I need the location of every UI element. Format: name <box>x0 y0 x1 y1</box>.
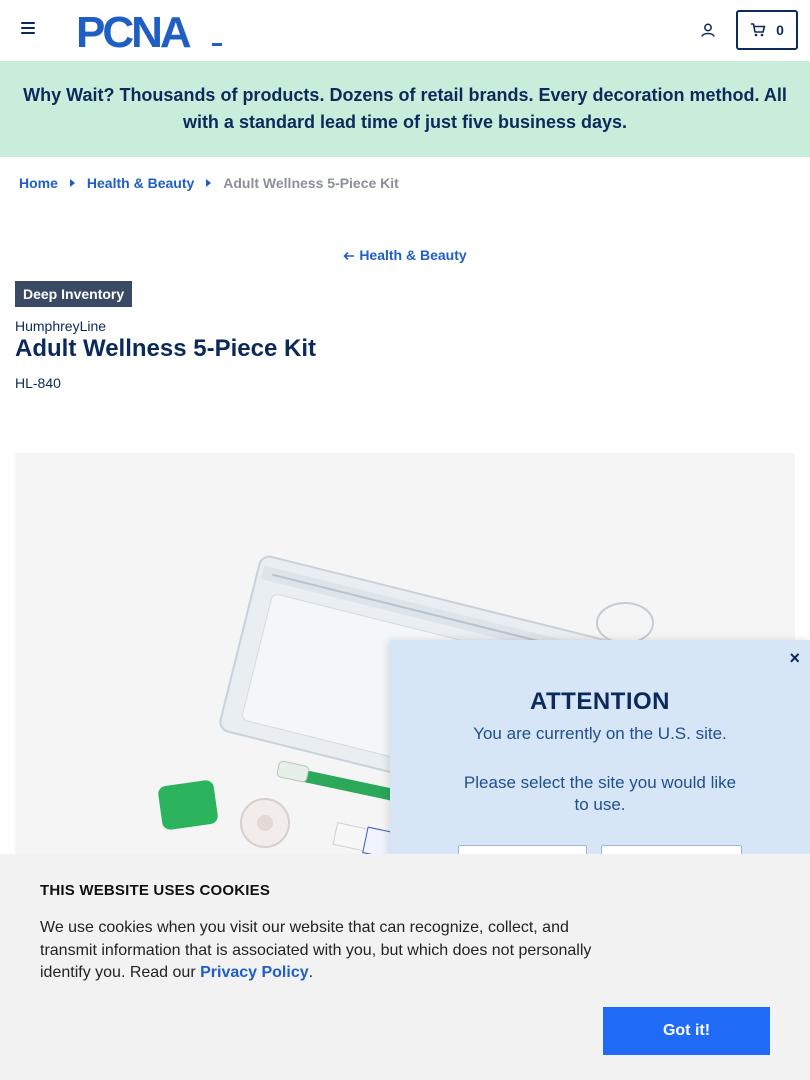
product-sku: HL-840 <box>15 375 61 391</box>
chevron-right-icon <box>206 179 212 187</box>
breadcrumb-home[interactable]: Home <box>19 175 58 191</box>
pcna-logo[interactable]: PCNA <box>76 10 226 50</box>
privacy-policy-link[interactable]: Privacy Policy <box>200 964 309 981</box>
chevron-right-icon <box>69 179 75 187</box>
cookie-text-end: . <box>308 964 314 981</box>
cookie-title: THIS WEBSITE USES COOKIES <box>40 882 271 899</box>
accept-cookies-button[interactable]: Got it! <box>603 1007 770 1055</box>
modal-message: You are currently on the U.S. site. <box>473 724 727 743</box>
inventory-badge: Deep Inventory <box>15 281 133 307</box>
arrow-left-icon <box>343 251 355 261</box>
promo-banner: Why Wait? Thousands of products. Dozens … <box>0 61 810 157</box>
cookie-body-text: We use cookies when you visit our websit… <box>40 919 592 981</box>
product-brand: HumphreyLine <box>15 318 107 334</box>
cart-button[interactable]: 0 <box>736 10 798 50</box>
menu-icon[interactable] <box>21 22 35 36</box>
cookie-banner: THIS WEBSITE USES COOKIES We use cookies… <box>0 854 810 1080</box>
cookie-text: We use cookies when you visit our websit… <box>40 917 605 985</box>
cart-icon <box>751 23 766 37</box>
promo-text: Why Wait? Thousands of products. Dozens … <box>23 85 787 132</box>
modal-prompt: Please select the site you would like to… <box>463 773 737 814</box>
breadcrumb-current: Adult Wellness 5-Piece Kit <box>223 175 399 191</box>
modal-title: ATTENTION <box>529 688 671 715</box>
cart-count: 0 <box>776 22 784 38</box>
breadcrumb-category[interactable]: Health & Beauty <box>87 175 194 191</box>
svg-text:PCNA: PCNA <box>76 10 191 50</box>
breadcrumb: Home Health & Beauty Adult Wellness 5-Pi… <box>19 175 399 191</box>
back-link-label: Health & Beauty <box>359 247 467 263</box>
close-icon[interactable]: × <box>789 648 800 669</box>
user-icon[interactable] <box>700 22 716 38</box>
site-header: PCNA 0 <box>0 0 810 61</box>
product-title: Adult Wellness 5-Piece Kit <box>15 335 316 362</box>
back-to-category-link[interactable]: Health & Beauty <box>0 247 810 263</box>
